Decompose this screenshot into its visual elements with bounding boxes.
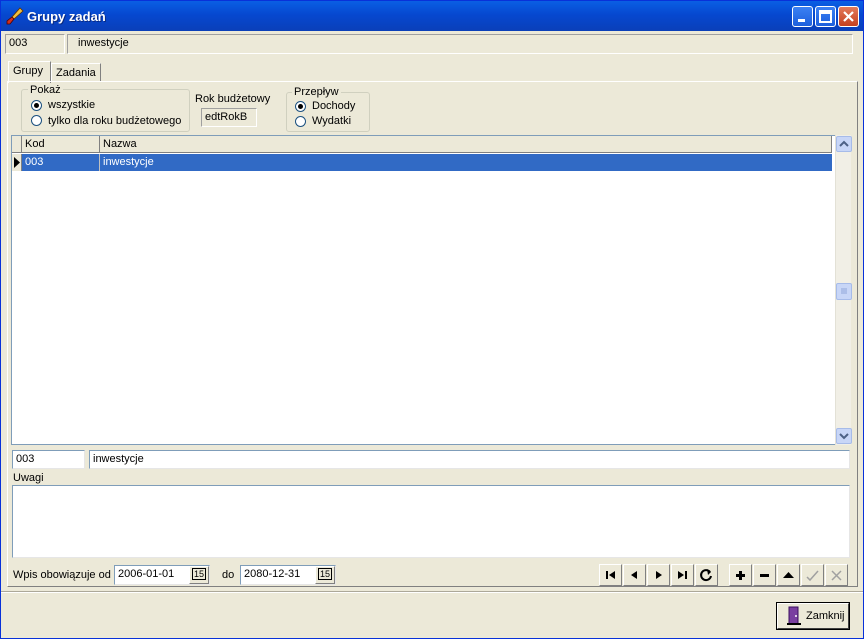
minimize-button[interactable] [792, 6, 813, 27]
last-record-icon [678, 571, 687, 579]
close-icon [843, 11, 854, 22]
nav-delete-button[interactable] [753, 564, 776, 586]
year-field: edtRokB [201, 108, 257, 127]
flow-label: Przepływ [292, 86, 341, 98]
table-vertical-scrollbar[interactable] [835, 135, 852, 445]
prior-record-icon [631, 571, 637, 579]
flow-expense-radio[interactable] [295, 116, 306, 127]
year-label: Rok budżetowy [195, 93, 271, 105]
cancel-x-icon [831, 570, 842, 581]
minus-icon [760, 574, 769, 577]
bottom-separator-highlight [1, 592, 863, 593]
show-year-label[interactable]: tylko dla roku budżetowego [48, 115, 181, 127]
scroll-thumb[interactable] [836, 283, 852, 300]
notes-label: Uwagi [13, 472, 44, 484]
year-value: edtRokB [205, 111, 248, 123]
cell-kod[interactable]: 003 [22, 154, 100, 171]
close-button-label: Zamknij [806, 610, 845, 622]
flow-expense-label[interactable]: Wydatki [312, 115, 351, 127]
table-row[interactable]: 003 inwestycje [22, 154, 832, 171]
detail-code-input[interactable]: 003 [12, 450, 85, 469]
nav-last-button[interactable] [671, 564, 694, 586]
show-label: Pokaż [28, 84, 63, 96]
header-code-text: 003 [9, 37, 28, 49]
header-name: inwestycje [67, 34, 853, 54]
groups-table[interactable]: Kod Nazwa 003 inwestycje [11, 135, 851, 445]
nav-prior-button[interactable] [623, 564, 646, 586]
show-year-radio[interactable] [31, 115, 42, 126]
detail-name-input[interactable]: inwestycje [89, 450, 850, 469]
nav-edit-button[interactable] [777, 564, 800, 586]
tab-zadania[interactable]: Zadania [51, 63, 101, 82]
maximize-icon [819, 10, 832, 23]
nav-next-button[interactable] [647, 564, 670, 586]
valid-to-value: 2080-12-31 [244, 568, 301, 580]
column-header-kod[interactable]: Kod [22, 136, 100, 153]
scroll-down-button[interactable] [836, 428, 852, 444]
nav-cancel-button [825, 564, 848, 586]
tab-grupy[interactable]: Grupy [8, 61, 51, 83]
plus-icon [736, 571, 745, 580]
arrow-down-icon [839, 433, 849, 440]
main-window: Grupy zadań 003 inwestycje Grupy Zadania… [0, 0, 864, 639]
brush-icon [6, 7, 24, 25]
grip-icon [841, 288, 847, 294]
minimize-icon [798, 19, 805, 22]
first-record-icon [606, 571, 615, 579]
door-exit-icon [787, 606, 801, 625]
header-code: 003 [5, 34, 65, 54]
valid-to-label: do [222, 569, 235, 581]
title-bar[interactable]: Grupy zadań [1, 1, 863, 31]
close-window-button[interactable] [838, 6, 859, 27]
nav-post-button [801, 564, 824, 586]
nav-first-button[interactable] [599, 564, 622, 586]
window-title: Grupy zadań [27, 9, 106, 24]
flow-income-radio[interactable] [295, 101, 306, 112]
show-all-label[interactable]: wszystkie [48, 99, 95, 111]
scroll-up-button[interactable] [836, 136, 852, 152]
row-indicator [12, 154, 22, 171]
cell-nazwa[interactable]: inwestycje [100, 154, 832, 171]
next-record-icon [656, 571, 662, 579]
header-name-text: inwestycje [78, 37, 129, 49]
calendar-to-button[interactable]: 15 [315, 566, 335, 584]
calendar-from-button[interactable]: 15 [189, 566, 209, 584]
close-button[interactable]: Zamknij [776, 602, 850, 630]
row-indicator-header [12, 136, 22, 153]
calendar-icon: 15 [191, 568, 206, 580]
maximize-button[interactable] [815, 6, 836, 27]
calendar-icon: 15 [317, 568, 332, 580]
flow-income-label[interactable]: Dochody [312, 100, 355, 112]
refresh-icon [700, 569, 712, 582]
triangle-up-icon [783, 572, 794, 578]
valid-from-label: Wpis obowiązuje od [13, 569, 111, 581]
arrow-up-icon [839, 140, 849, 147]
notes-textarea[interactable] [12, 485, 850, 558]
checkmark-icon [806, 570, 819, 582]
current-row-arrow-icon [14, 157, 20, 168]
nav-refresh-button[interactable] [695, 564, 718, 586]
column-header-nazwa[interactable]: Nazwa [100, 136, 832, 153]
show-all-radio[interactable] [31, 100, 42, 111]
valid-from-value: 2006-01-01 [118, 568, 175, 580]
nav-insert-button[interactable] [729, 564, 752, 586]
